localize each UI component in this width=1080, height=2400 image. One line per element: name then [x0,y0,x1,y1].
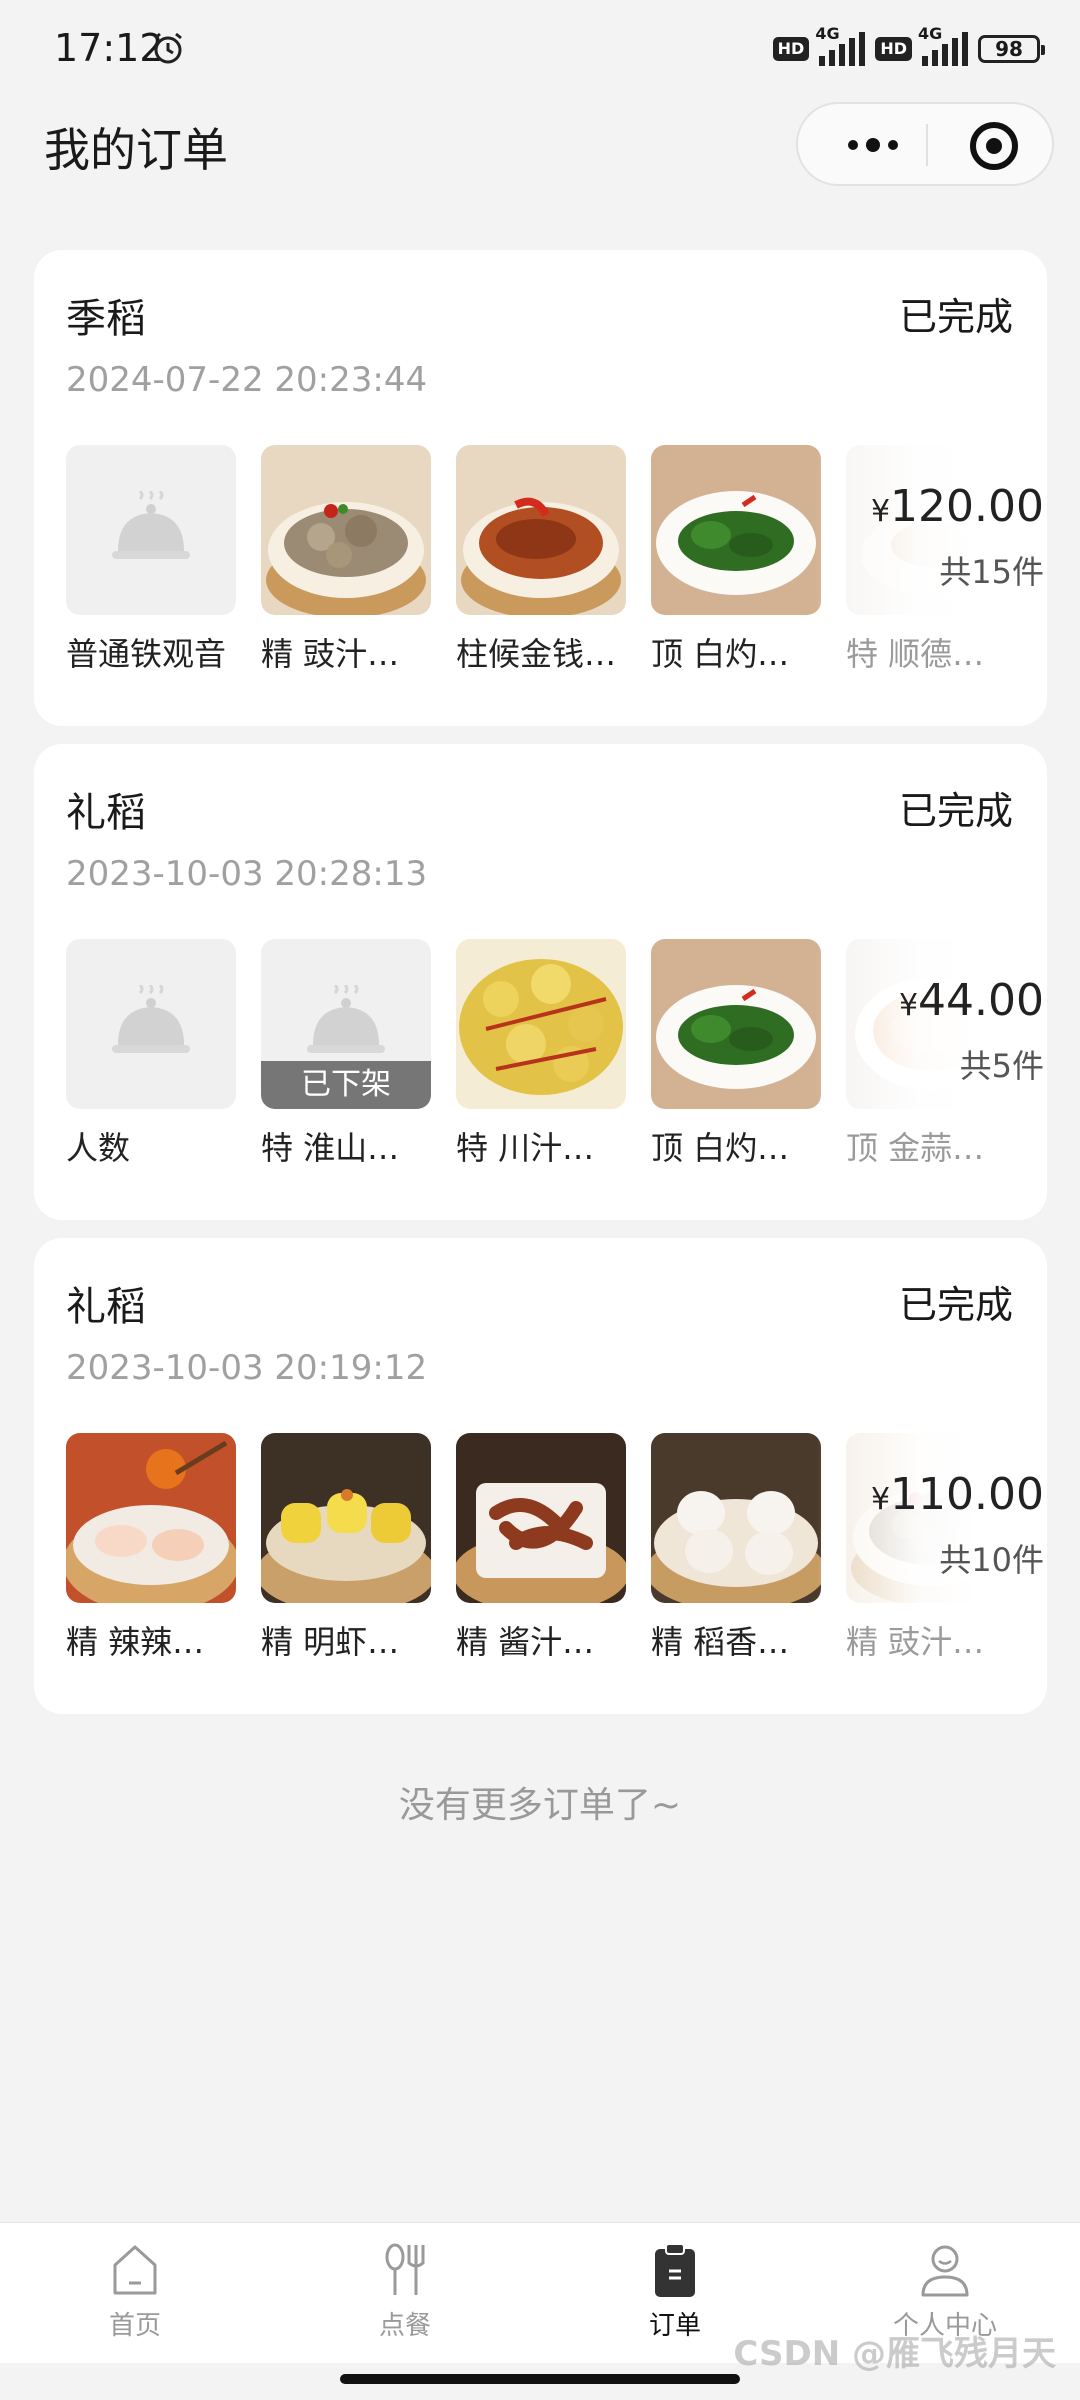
order-item[interactable]: 精 辣辣… [66,1433,236,1663]
status-indicators: HD 4G HD 4G 98 [772,24,1045,72]
order-total: ¥44.00 [898,975,1044,1026]
item-image [66,1433,236,1603]
order-items: 普通铁观音 精 豉汁… 柱候金钱… 顶 白灼… 特 顺德… ¥120.00 共15件 [66,445,1046,705]
order-total: ¥110.00 [870,1469,1044,1520]
item-name: 精 酱汁… [456,1623,595,1661]
order-summary: ¥44.00 共5件 [816,939,1046,1109]
order-item[interactable]: 柱候金钱… [456,445,626,675]
order-item[interactable]: 精 稻香… [651,1433,821,1663]
item-image [456,939,626,1109]
order-time: 2023-10-03 20:28:13 [66,854,428,894]
food-cover-placeholder-icon [112,491,190,559]
food-cover-placeholder-icon [307,985,385,1053]
no-more-orders-text: 没有更多订单了~ [398,1785,682,1826]
tab-home[interactable]: 首页 [35,2241,235,2351]
item-image [456,445,626,615]
item-name: 顶 白灼… [651,635,790,673]
item-image [261,1433,431,1603]
item-name: 精 辣辣… [66,1623,205,1661]
watermark: CSDN @雁飞残月天 [733,2334,1056,2374]
capsule-divider [926,124,928,166]
food-cover-placeholder-icon [112,985,190,1053]
order-item[interactable]: 顶 白灼… [651,939,821,1169]
item-name: 普通铁观音 [66,635,227,673]
item-image [456,1433,626,1603]
item-name: 精 明虾… [261,1623,400,1661]
item-image [651,445,821,615]
item-count: 共15件 [939,553,1044,591]
order-item[interactable]: 已下架特 淮山… [261,939,431,1169]
item-name: 特 淮山… [261,1129,400,1167]
status-bar: 17:12 HD 4G HD 4G 98 [0,0,1080,96]
item-name: 柱候金钱… [456,635,617,673]
item-image-placeholder [66,939,236,1109]
hd-badge: HD [875,37,912,61]
order-summary: ¥120.00 共15件 [816,445,1046,615]
alarm-icon [154,32,182,64]
item-image [651,1433,821,1603]
order-card[interactable]: 礼稻 已完成 2023-10-03 20:19:12 精 辣辣… 精 明虾… 精 酱… [34,1238,1047,1714]
item-count: 共5件 [959,1047,1044,1085]
order-item[interactable]: 顶 白灼… [651,445,821,675]
item-image-placeholder: 已下架 [261,939,431,1109]
home-icon [113,2245,157,2295]
order-card[interactable]: 季稻 已完成 2024-07-22 20:23:44 普通铁观音 精 豉汁… 柱… [34,250,1047,726]
item-image-placeholder [66,445,236,615]
shop-name: 季稻 [66,296,146,342]
item-name: 人数 [66,1129,131,1167]
home-indicator[interactable] [340,2374,740,2384]
user-icon [921,2245,969,2297]
battery-icon: 98 [978,35,1045,63]
shop-name: 礼稻 [66,790,146,836]
tab-order-food[interactable]: 点餐 [305,2241,505,2351]
order-item[interactable]: 精 明虾… [261,1433,431,1663]
order-item[interactable]: 特 川汁… [456,939,626,1169]
order-summary: ¥110.00 共10件 [816,1433,1046,1603]
item-count: 共10件 [939,1541,1044,1579]
order-time: 2024-07-22 20:23:44 [66,360,428,400]
close-mini-program-button[interactable] [970,122,1018,170]
order-total: ¥120.00 [870,481,1044,532]
signal-icon: 4G [918,24,968,66]
order-status: 已完成 [898,295,1013,339]
item-name: 精 豉汁… [261,635,400,673]
item-name: 顶 金蒜… [846,1129,985,1167]
order-time: 2023-10-03 20:19:12 [66,1348,428,1388]
order-item[interactable]: 精 豉汁… [261,445,431,675]
item-name: 特 川汁… [456,1129,595,1167]
utensils-icon [385,2243,425,2295]
item-name: 精 豉汁… [846,1623,985,1661]
order-item[interactable]: 人数 [66,939,236,1169]
page-title: 我的订单 [44,123,228,177]
order-item[interactable]: 精 酱汁… [456,1433,626,1663]
order-card[interactable]: 礼稻 已完成 2023-10-03 20:28:13 人数 已下架特 淮山… 特 … [34,744,1047,1220]
clipboard-icon [655,2243,695,2297]
item-name: 精 稻香… [651,1623,790,1661]
order-item[interactable]: 普通铁观音 [66,445,236,675]
order-status: 已完成 [898,1283,1013,1327]
order-status: 已完成 [898,789,1013,833]
off-shelf-badge: 已下架 [261,1061,431,1109]
item-name: 顶 白灼… [651,1129,790,1167]
shop-name: 礼稻 [66,1284,146,1330]
order-items: 精 辣辣… 精 明虾… 精 酱汁… 精 稻香… 精 豉汁… ¥110.00 共10件 [66,1433,1046,1693]
item-image [651,939,821,1109]
order-items: 人数 已下架特 淮山… 特 川汁… 顶 白灼… 顶 金蒜… ¥44.00 共5件 [66,939,1046,1199]
item-image [261,445,431,615]
mini-program-capsule [796,102,1054,186]
signal-icon: 4G [815,24,866,66]
more-menu-button[interactable] [838,130,908,160]
hd-badge: HD [772,37,810,61]
item-name: 特 顺德… [846,635,985,673]
status-time: 17:12 [54,26,164,70]
